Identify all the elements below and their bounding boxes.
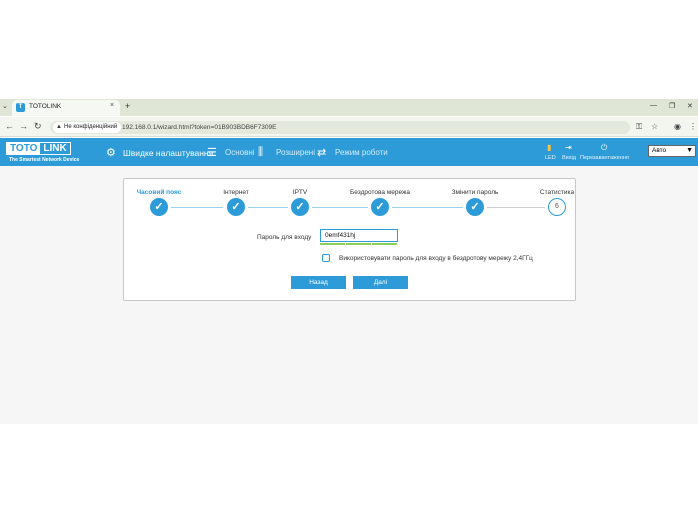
menu-advanced[interactable]: Розширені (276, 148, 315, 157)
profile-icon[interactable]: ◉ (674, 122, 681, 131)
step-label-wireless: Бездротова мережа (350, 189, 410, 196)
led-icon[interactable]: ▮ (547, 143, 551, 152)
menu-quick-setup[interactable]: Швидке налаштування (123, 148, 213, 158)
use-wifi-password-label[interactable]: Використовувати пароль для входу в бездр… (339, 255, 533, 262)
password-input[interactable] (320, 229, 398, 242)
close-tab-icon[interactable]: × (110, 102, 114, 109)
password-strength-bar (346, 243, 371, 245)
led-label[interactable]: LED (545, 155, 556, 161)
back-icon[interactable]: ← (5, 121, 14, 131)
step-check-icon[interactable]: ✓ (150, 198, 168, 216)
language-value: Авто (652, 147, 667, 154)
sliders-icon[interactable]: ☰ (207, 146, 217, 159)
close-window-icon[interactable]: ✕ (687, 102, 693, 110)
chevron-down-icon: ▼ (686, 147, 693, 154)
step-connector (312, 207, 368, 208)
step-label-timezone: Часовий пояс (136, 189, 182, 196)
next-button[interactable]: Далі (353, 276, 408, 289)
security-chip[interactable]: Не конфіденційний (53, 122, 122, 133)
power-icon[interactable]: ⏻ (601, 143, 607, 153)
browser-menu-icon[interactable]: ⋮ (689, 122, 697, 131)
password-key-icon[interactable]: ⚿ (636, 122, 642, 132)
menu-operation-mode[interactable]: Режим роботи (335, 148, 388, 157)
logout-label[interactable]: Вихід (562, 155, 576, 161)
new-tab-button[interactable]: + (125, 101, 130, 111)
step-label-iptv: IPTV (292, 189, 308, 196)
step-label-statistics: Статистика (539, 189, 575, 196)
reload-icon[interactable]: ↻ (34, 121, 42, 132)
back-button[interactable]: Назад (291, 276, 346, 289)
warning-icon: ▲ (56, 124, 62, 130)
maximize-icon[interactable]: ❐ (669, 102, 675, 110)
forward-icon[interactable]: → (19, 121, 28, 131)
equalizer-icon[interactable]: ⫼ (258, 146, 263, 159)
totolink-logo[interactable]: TOTO LINK (6, 142, 71, 155)
tab-title: TOTOLINK (29, 103, 62, 110)
menu-basic[interactable]: Основні (225, 148, 255, 157)
totolink-favicon-icon: T (16, 103, 25, 112)
password-label: Пароль для входу (257, 234, 312, 241)
logo-tagline: The Smartest Network Device (9, 157, 80, 163)
password-strength-bar (372, 243, 397, 245)
step-check-icon[interactable]: ✓ (227, 198, 245, 216)
bookmark-star-icon[interactable]: ☆ (651, 122, 658, 131)
step-check-icon[interactable]: ✓ (466, 198, 484, 216)
language-select[interactable]: Авто ▼ (648, 145, 696, 157)
reboot-label[interactable]: Перезавантаження (580, 155, 629, 161)
step-connector (487, 207, 545, 208)
step-check-icon[interactable]: ✓ (291, 198, 309, 216)
switch-icon[interactable]: ⇄ (317, 146, 326, 159)
step-label-change-password: Змінити пароль (451, 189, 499, 196)
step-connector (392, 207, 463, 208)
step-check-icon[interactable]: ✓ (371, 198, 389, 216)
step-connector (171, 207, 223, 208)
step-label-internet: Інтернет (223, 189, 249, 196)
url-text[interactable]: 192.168.0.1/wizard.html?token=01B903BDB6… (122, 124, 276, 131)
logo-right-text: LINK (43, 143, 67, 154)
password-strength-bar (320, 243, 345, 245)
use-wifi-password-checkbox[interactable] (322, 254, 330, 262)
logo-left-text: TOTO (7, 143, 41, 154)
step-number-current[interactable]: 6 (548, 198, 566, 216)
step-connector (248, 207, 288, 208)
logout-icon[interactable]: ⇥ (565, 143, 572, 152)
tab-search-icon[interactable]: ⌄ (2, 102, 8, 110)
gear-icon[interactable]: ⚙ (106, 146, 116, 159)
minimize-icon[interactable]: — (650, 102, 657, 109)
